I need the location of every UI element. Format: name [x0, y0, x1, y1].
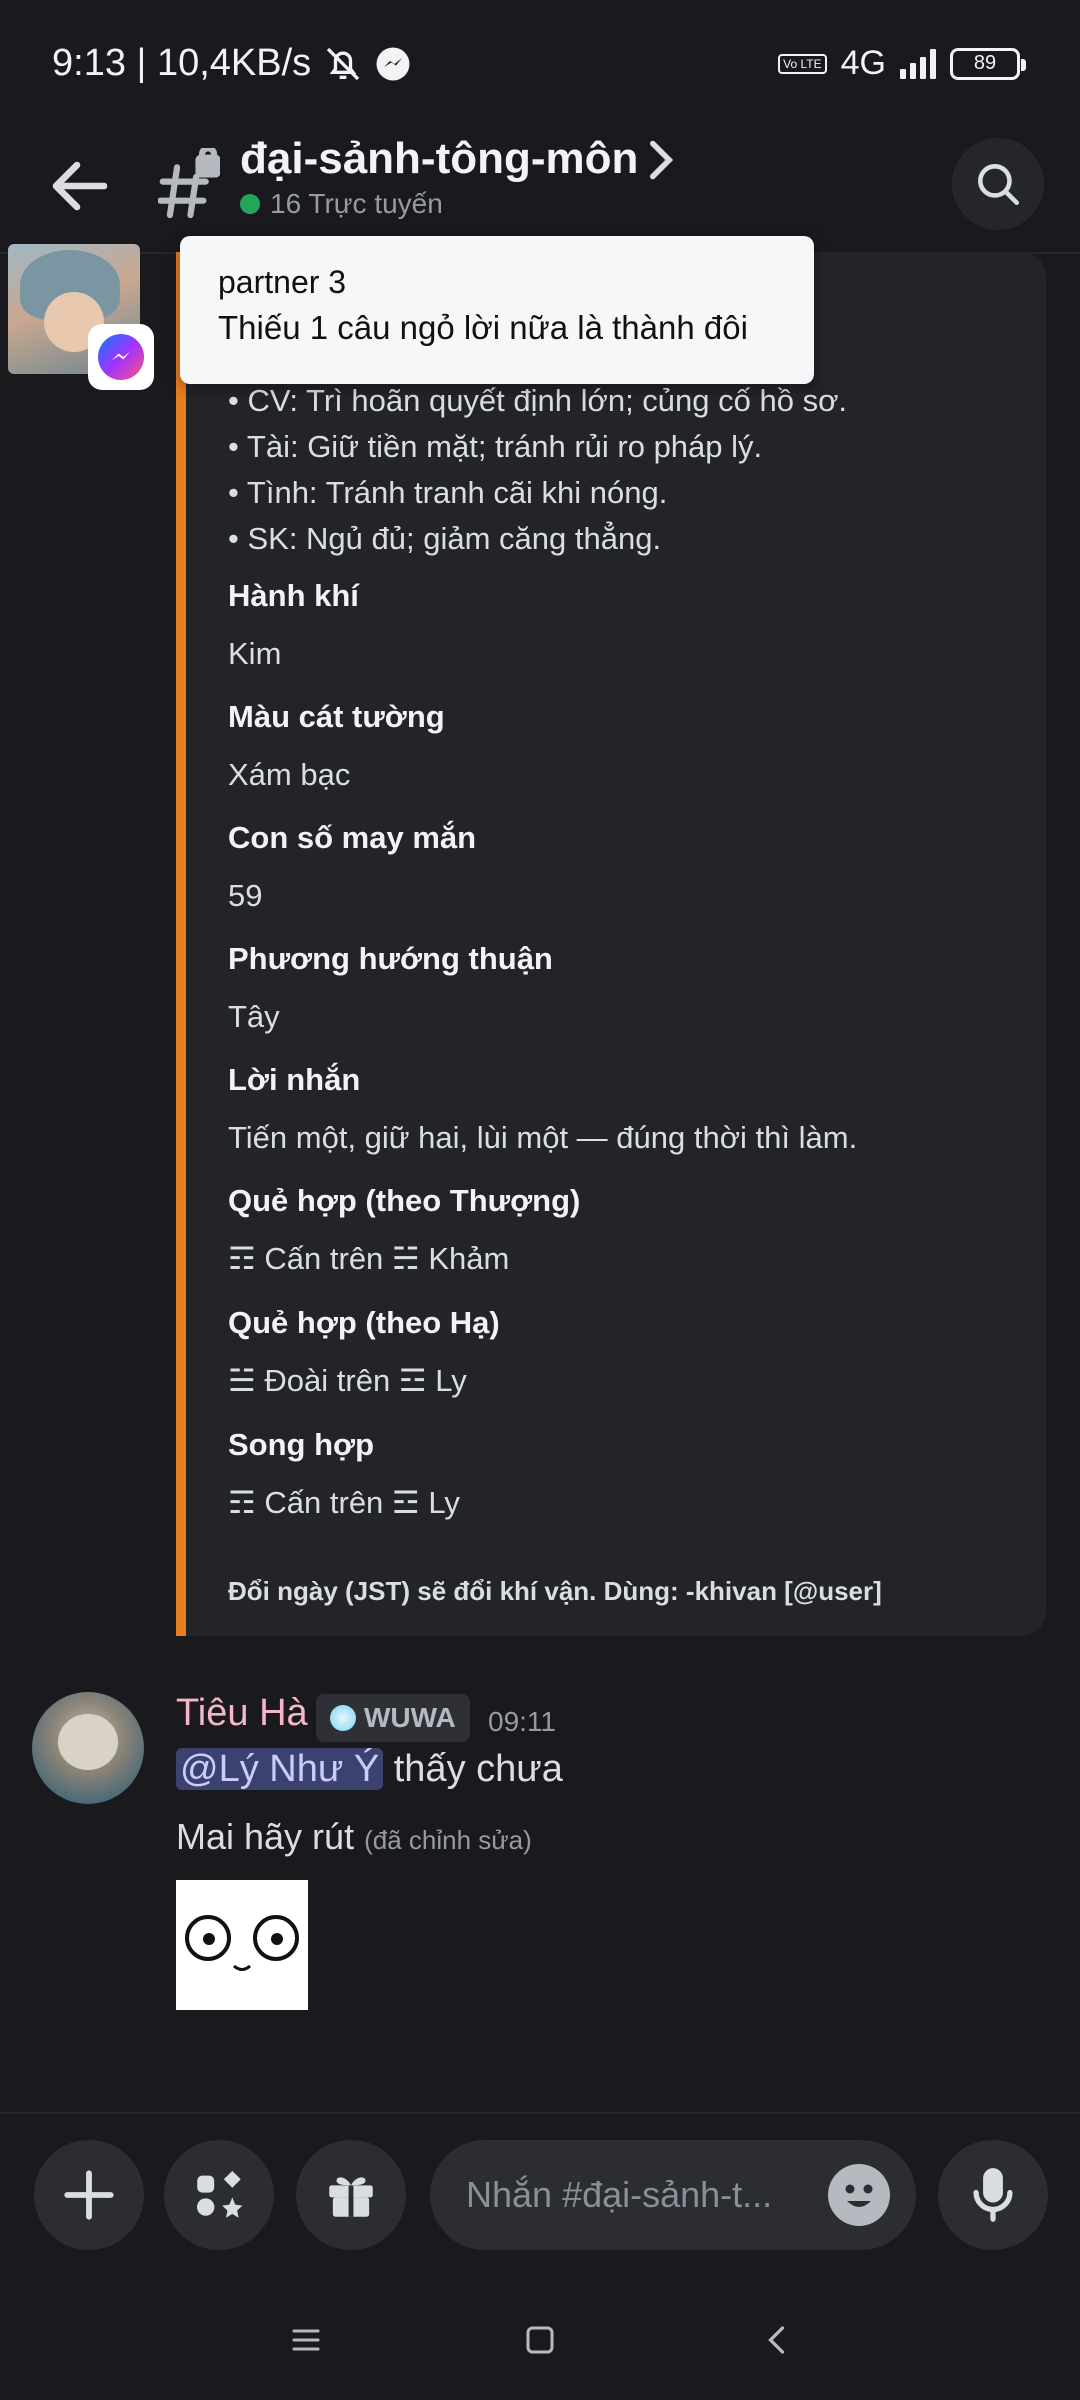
field-name: Song hợp: [228, 1427, 375, 1462]
chevron-left-icon: [768, 2326, 785, 2354]
field-value: 59: [228, 878, 263, 913]
status-time-speed: 9:13 | 10,4KB/s: [52, 42, 312, 84]
advice-line: • Tình: Tránh tranh cãi khi nóng.: [228, 475, 668, 510]
system-nav-bar: [0, 2280, 1080, 2400]
message-input[interactable]: [466, 2140, 826, 2250]
emoji-button[interactable]: [828, 2164, 890, 2226]
notification-body: Thiếu 1 câu ngỏ lời nữa là thành đôi: [218, 309, 748, 346]
field-value: Xám bạc: [228, 757, 351, 792]
message-line: Mai hãy rút (đã chỉnh sửa): [176, 1816, 532, 1858]
search-icon: [978, 164, 1020, 206]
message-text: thấy chưa: [383, 1748, 563, 1790]
field-name: Quẻ hợp (theo Hạ): [228, 1305, 500, 1340]
plus-icon: [64, 2170, 114, 2220]
apps-icon: [197, 2170, 243, 2218]
home-button[interactable]: [510, 2310, 570, 2370]
status-left: 9:13 | 10,4KB/s: [52, 42, 411, 85]
advice-line: • CV: Trì hoãn quyết định lớn; củng cố h…: [228, 383, 848, 418]
field-name: Phương hướng thuận: [228, 941, 553, 976]
gift-button[interactable]: [296, 2140, 406, 2250]
advice-line: • SK: Ngủ đủ; giảm căng thẳng.: [228, 521, 662, 556]
user-avatar[interactable]: [32, 1692, 144, 1804]
role-tag[interactable]: WUWA: [316, 1694, 470, 1742]
battery-level: 89: [973, 52, 997, 74]
apps-button[interactable]: [164, 2140, 274, 2250]
message-text: Mai hãy rút: [176, 1816, 355, 1857]
field-value: ☶ Cấn trên ☲ Ly: [228, 1485, 460, 1520]
field-value: ☶ Cấn trên ☵ Khảm: [228, 1241, 510, 1276]
locked-channel-icon: [157, 145, 221, 220]
back-button[interactable]: [44, 150, 116, 222]
online-count: 16 Trực tuyến: [270, 188, 443, 219]
embed-footer: Đổi ngày (JST) sẽ đổi khí vận. Dùng: -kh…: [228, 1576, 882, 1606]
message-timestamp: 09:11: [488, 1706, 556, 1737]
notification-popup[interactable]: partner 3 Thiếu 1 câu ngỏ lời nữa là thà…: [180, 236, 814, 384]
status-bar: 9:13 | 10,4KB/s Vo LTE 4G 89: [0, 0, 1080, 130]
channel-title[interactable]: đại-sảnh-tông-môn: [240, 134, 638, 184]
message-line: @Lý Như Ý thấy chưa: [176, 1748, 563, 1791]
field-name: Con số may mắn: [228, 820, 477, 855]
arrow-left-icon: [52, 161, 108, 211]
search-button[interactable]: [952, 138, 1044, 230]
field-name: Lời nhắn: [228, 1062, 361, 1097]
message-author[interactable]: Tiêu Hà: [176, 1692, 308, 1735]
message-input-box[interactable]: [430, 2140, 916, 2250]
field-name: Quẻ hợp (theo Thượng): [228, 1183, 581, 1218]
advice-line: • Tài: Giữ tiền mặt; tránh rủi ro pháp l…: [228, 429, 763, 464]
avatar-otter: [58, 1714, 118, 1770]
system-back-button[interactable]: [748, 2310, 808, 2370]
recent-apps-button[interactable]: [276, 2310, 336, 2370]
bell-off-icon: [326, 47, 360, 80]
add-button[interactable]: [34, 2140, 144, 2250]
gift-icon: [329, 2177, 373, 2217]
messenger-status-icon: [376, 47, 410, 80]
field-name: Màu cát tường: [228, 699, 445, 734]
home-square-icon: [526, 2326, 554, 2354]
fortune-embed: • CV: Trì hoãn quyết định lớn; củng cố h…: [176, 252, 1046, 1636]
field-name: Hành khí: [228, 578, 359, 613]
status-right: Vo LTE 4G 89: [778, 44, 1026, 83]
microphone-icon: [973, 2168, 1013, 2222]
online-status: 16 Trực tuyến: [240, 188, 443, 220]
embed-advice-list: • CV: Trì hoãn quyết định lớn; củng cố h…: [228, 378, 847, 562]
role-icon: [330, 1705, 356, 1731]
chevron-right-icon[interactable]: [646, 138, 676, 182]
volte-icon: Vo LTE: [778, 53, 827, 74]
signal-icon: [900, 48, 936, 79]
online-dot-icon: [240, 194, 260, 214]
menu-icon: [292, 2329, 320, 2351]
field-value: Tiến một, giữ hai, lùi một — đúng thời t…: [228, 1120, 858, 1155]
voice-button[interactable]: [938, 2140, 1048, 2250]
edited-label: (đã chỉnh sửa): [364, 1825, 532, 1855]
message-composer: [0, 2112, 1080, 2280]
field-value: Tây: [228, 999, 280, 1034]
battery-icon: 89: [950, 47, 1026, 80]
field-value: ☱ Đoài trên ☲ Ly: [228, 1363, 467, 1398]
emoji-icon: [845, 2184, 873, 2207]
face-sticker[interactable]: [176, 1880, 308, 2010]
role-tag-label: WUWA: [364, 1702, 456, 1733]
messenger-icon: [88, 324, 154, 390]
notification-title: partner 3: [218, 264, 347, 300]
user-mention[interactable]: @Lý Như Ý: [176, 1748, 384, 1790]
network-type: 4G: [840, 44, 886, 82]
field-value: Kim: [228, 636, 282, 671]
